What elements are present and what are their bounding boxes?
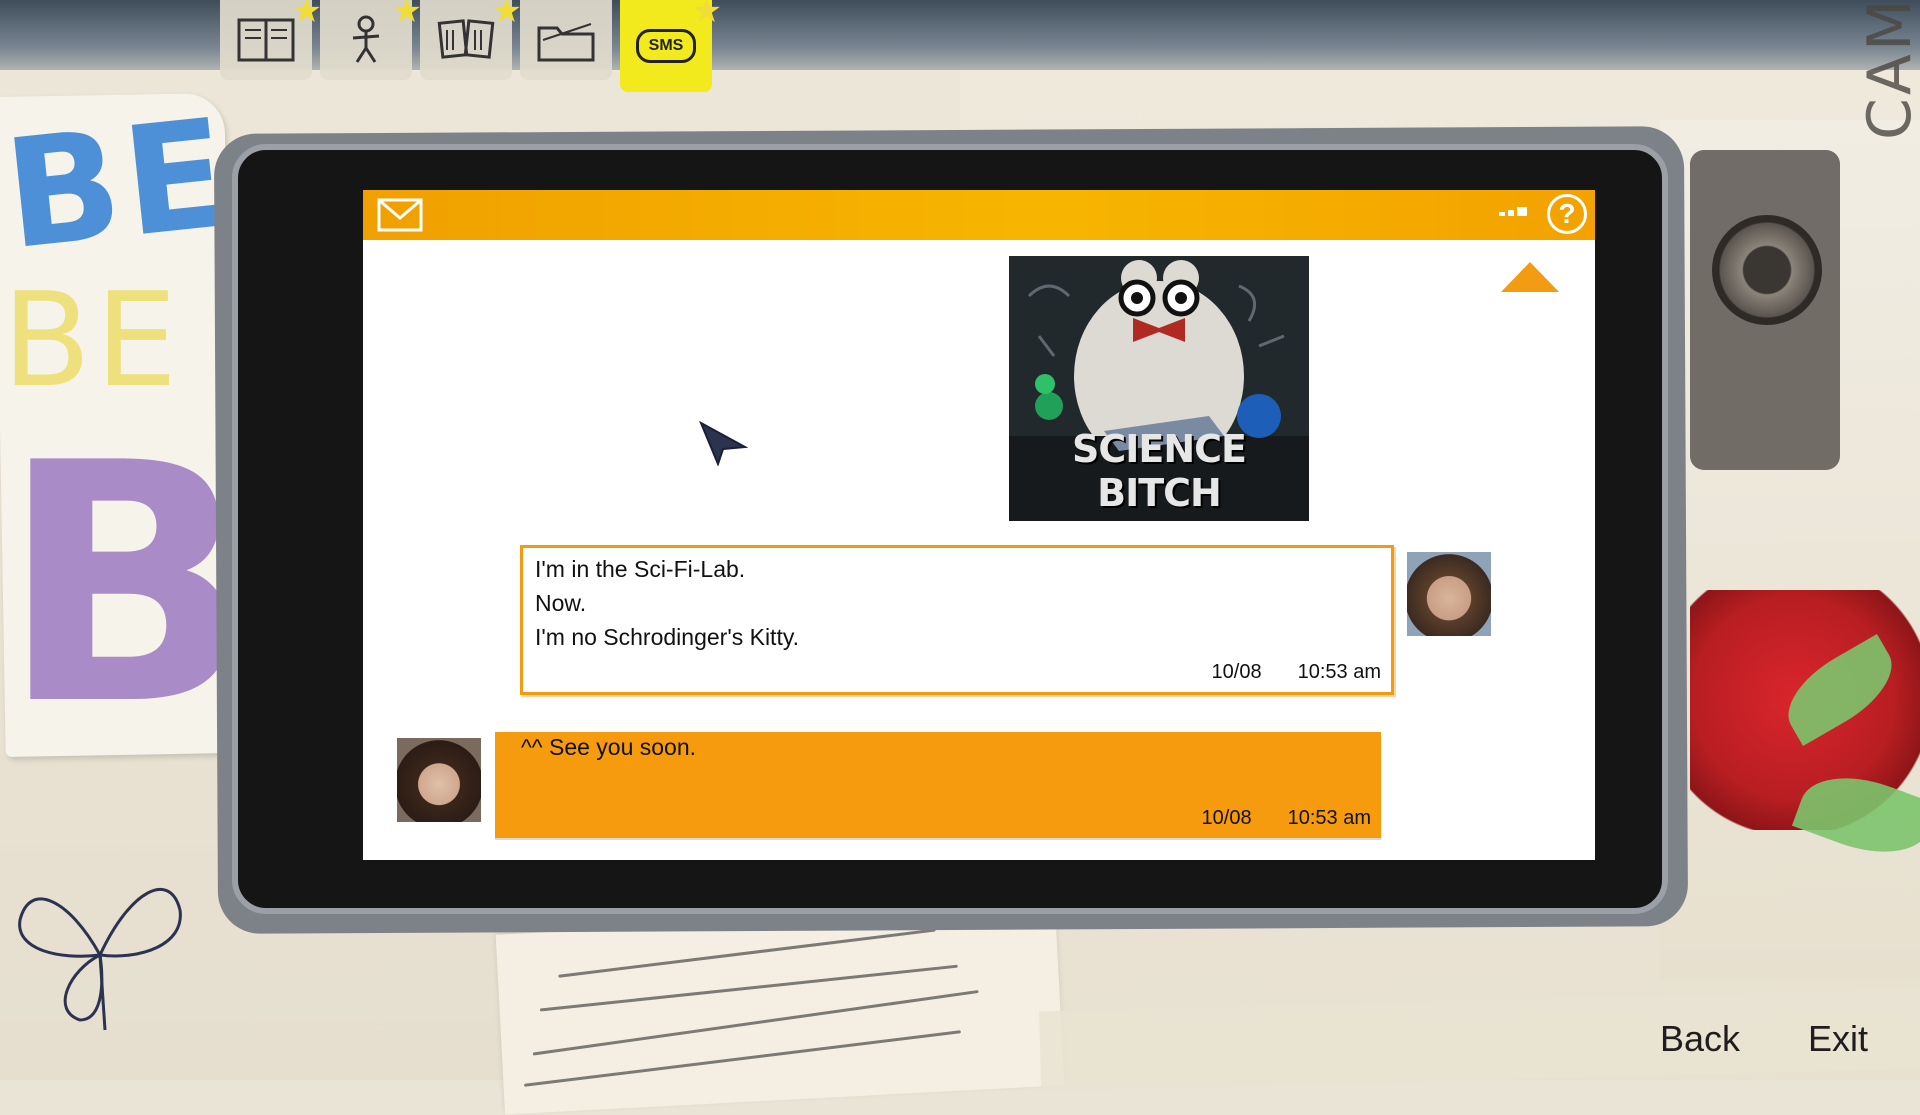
message-timestamp: 10/08 10:53 am bbox=[1212, 661, 1381, 684]
journal-icon bbox=[237, 18, 295, 62]
incoming-message-bubble: I'm in the Sci-Fi-Lab. Now. I'm no Schro… bbox=[520, 545, 1394, 695]
folder-icon bbox=[537, 23, 595, 62]
message-line: I'm in the Sci-Fi-Lab. bbox=[535, 556, 746, 582]
cursor-arrow-icon bbox=[698, 420, 748, 466]
photos-icon bbox=[437, 19, 495, 59]
message-date: 10/08 bbox=[1211, 661, 1262, 683]
sms-icon: SMS bbox=[635, 29, 697, 63]
message-time: 10:53 am bbox=[1297, 661, 1381, 683]
envelope-icon bbox=[377, 198, 423, 232]
exit-button[interactable]: Exit bbox=[1808, 1018, 1868, 1060]
journal-tabs: ★ ★ ★ SMS ★ bbox=[220, 0, 722, 95]
tab-collectibles[interactable] bbox=[520, 0, 612, 80]
decor-letters-be-blue: BE bbox=[0, 86, 240, 284]
tab-sms[interactable]: SMS ★ bbox=[620, 0, 722, 92]
phone-header-bar: ? bbox=[363, 190, 1595, 240]
butterfly-sketch bbox=[18, 888, 182, 1031]
star-icon: ★ bbox=[391, 0, 422, 30]
message-timestamp: 10/08 10:53 am bbox=[1202, 807, 1371, 830]
phone-screen: ? SCIENCE BITCH I'm in the Sci-Fi-Lab. N… bbox=[363, 190, 1595, 860]
message-line: I'm no Schrodinger's Kitty. bbox=[535, 624, 800, 650]
user-avatar bbox=[397, 738, 481, 822]
message-line: ^^ See you soon. bbox=[521, 734, 697, 760]
tab-photos[interactable]: ★ bbox=[420, 0, 522, 80]
scroll-up-arrow-icon[interactable] bbox=[1501, 262, 1559, 292]
tab-characters[interactable]: ★ bbox=[320, 0, 422, 80]
stick-figure-icon bbox=[352, 15, 380, 63]
message-date: 10/08 bbox=[1201, 807, 1252, 829]
attachment-caption: SCIENCE BITCH bbox=[1071, 427, 1247, 515]
signal-icon bbox=[1499, 207, 1527, 216]
star-icon: ★ bbox=[691, 0, 722, 30]
handwritten-notes bbox=[495, 905, 1065, 1115]
help-icon[interactable]: ? bbox=[1547, 194, 1587, 234]
message-image-attachment[interactable]: SCIENCE BITCH bbox=[1009, 256, 1309, 521]
outgoing-message-bubble: ^^ See you soon. 10/08 10:53 am bbox=[495, 732, 1381, 838]
star-icon: ★ bbox=[291, 0, 322, 30]
message-time: 10:53 am bbox=[1287, 807, 1371, 829]
decor-letters-be-yellow: BE bbox=[2, 264, 182, 416]
star-icon: ★ bbox=[491, 0, 522, 30]
decor-vertical-text: CAMERA, A MAGICIAN bbox=[1855, 0, 1920, 140]
back-button[interactable]: Back bbox=[1660, 1018, 1740, 1060]
sender-avatar bbox=[1407, 552, 1491, 636]
camera-lens-sketch bbox=[1712, 215, 1822, 325]
message-line: Now. bbox=[535, 590, 587, 616]
tab-journal[interactable]: ★ bbox=[220, 0, 322, 80]
